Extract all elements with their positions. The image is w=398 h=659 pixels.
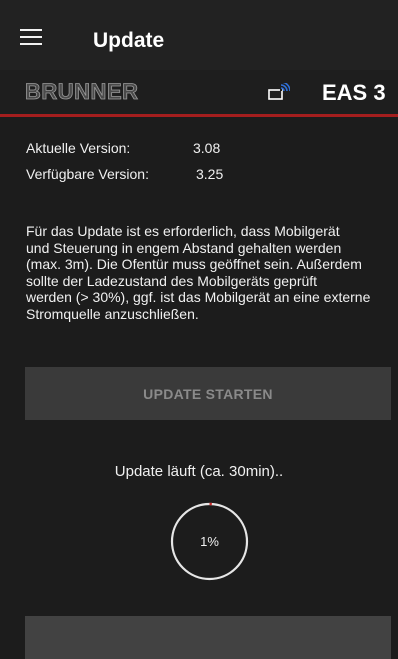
- instruction-line: (max. 3m). Die Ofentür muss geöffnet sei…: [26, 256, 362, 272]
- menu-icon[interactable]: [20, 29, 42, 45]
- brunner-logo: BRUNNER: [25, 79, 139, 104]
- app-bar: Update: [0, 0, 398, 70]
- svg-text:BRUNNER: BRUNNER: [25, 79, 139, 104]
- current-version-value: 3.08: [193, 140, 221, 156]
- instruction-line: sollte der Ladezustand des Mobilgeräts g…: [26, 272, 318, 289]
- instruction-line: Für das Update ist es erforderlich, dass…: [26, 223, 340, 239]
- update-status-text: Update läuft (ca. 30min)..: [114, 463, 284, 480]
- page-title: Update: [93, 29, 165, 52]
- progress-percent: 1%: [200, 534, 219, 549]
- available-version-value: 3.25: [196, 166, 224, 182]
- wireless-connection-icon: [268, 83, 290, 100]
- available-version-label: Verfügbare Version:: [26, 166, 149, 182]
- current-version-label: Aktuelle Version:: [26, 140, 131, 156]
- start-update-button[interactable]: UPDATE STARTEN: [25, 367, 391, 420]
- device-name: EAS 3: [322, 80, 386, 105]
- bottom-action-bar[interactable]: [25, 616, 391, 659]
- brand-bar: BRUNNER EAS 3: [0, 70, 398, 117]
- instruction-line: und Steuerung in engem Abstand gehalten …: [26, 239, 342, 256]
- update-instructions: Für das Update ist es erforderlich, dass…: [26, 223, 396, 322]
- instruction-line: Stromquelle anzuschließen.: [26, 305, 199, 322]
- instruction-line: werden (> 30%), ggf. ist das Mobilgerät …: [26, 289, 371, 305]
